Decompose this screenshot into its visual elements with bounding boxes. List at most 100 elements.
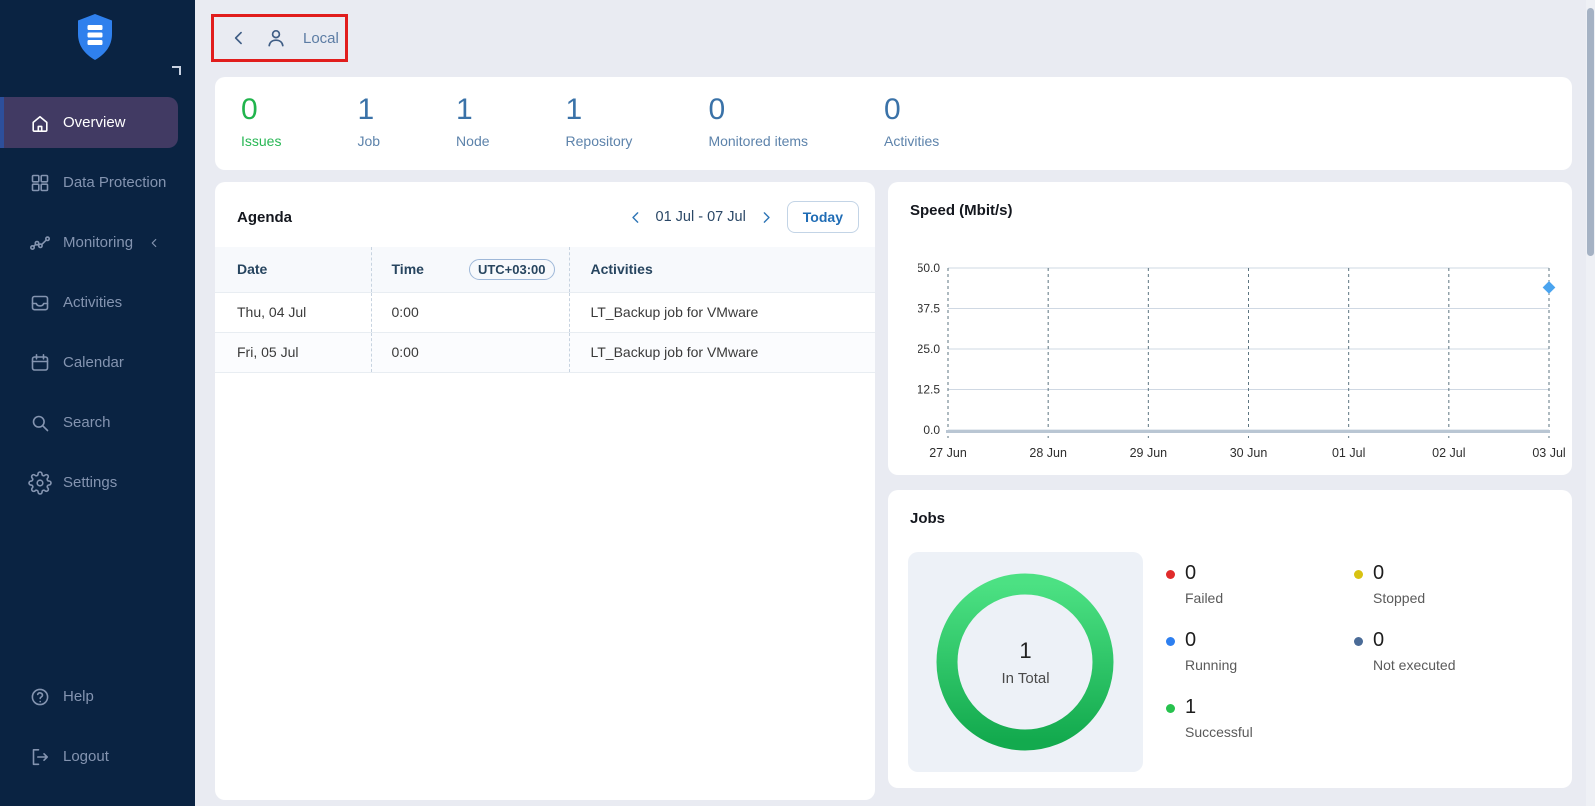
stat-node: 1Node (456, 94, 489, 149)
svg-text:25.0: 25.0 (918, 342, 940, 356)
scrollbar-thumb[interactable] (1587, 8, 1594, 256)
jobs-title: Jobs (910, 510, 1572, 527)
legend-item-running: 0Running (1166, 629, 1354, 673)
agenda-table: Date Time UTC+03:00 Activities Thu, 04 J… (215, 247, 875, 373)
chevron-left-icon[interactable] (147, 236, 161, 250)
stat-value: 1 (357, 94, 380, 126)
legend-count: 0 (1373, 629, 1456, 652)
sidebar-item-label: Search (63, 414, 111, 431)
legend-count: 0 (1185, 562, 1223, 585)
stat-value: 1 (566, 94, 633, 126)
timezone-badge[interactable]: UTC+03:00 (469, 259, 555, 280)
today-button[interactable]: Today (787, 201, 859, 233)
column-header-time: Time UTC+03:00 (371, 247, 569, 292)
sidebar-item-activities[interactable]: Activities (0, 277, 195, 328)
stat-activities: 0 Activities (884, 94, 939, 149)
agenda-row[interactable]: Thu, 04 Jul 0:00 LT_Backup job for VMwar… (215, 292, 875, 332)
stat-value: 0 (884, 94, 939, 126)
svg-text:37.5: 37.5 (918, 302, 940, 316)
sidebar-item-data-protection[interactable]: Data Protection (0, 157, 195, 208)
sidebar-item-label: Overview (63, 114, 126, 131)
sidebar-item-logout[interactable]: Logout (0, 731, 195, 782)
inbox-icon (28, 291, 52, 315)
sidebar-item-label: Monitoring (63, 234, 133, 251)
not-executed-dot-icon (1354, 637, 1363, 646)
legend-count: 0 (1185, 629, 1237, 652)
legend-item-successful: 1 Successful (1166, 696, 1354, 740)
svg-text:03 Jul: 03 Jul (1532, 446, 1565, 460)
gear-icon (28, 471, 52, 495)
agenda-row[interactable]: Fri, 05 Jul 0:00 LT_Backup job for VMwar… (215, 332, 875, 372)
column-header-activities: Activities (569, 247, 875, 292)
speed-chart-title: Speed (Mbit/s) (910, 202, 1572, 219)
agenda-date-cell: Fri, 05 Jul (215, 332, 371, 372)
agenda-title: Agenda (237, 209, 292, 226)
user-icon[interactable] (264, 26, 288, 50)
jobs-donut-panel: 1 In Total (908, 552, 1143, 772)
sidebar-item-label: Settings (63, 474, 117, 491)
summary-stats-card: 0Issues1Job1Node1Repository0Monitored it… (215, 77, 1572, 170)
svg-text:30 Jun: 30 Jun (1230, 446, 1268, 460)
speed-chart: 50.037.525.012.50.027 Jun28 Jun29 Jun30 … (918, 244, 1578, 474)
sidebar-item-label: Data Protection (63, 174, 166, 191)
sidebar-item-settings[interactable]: Settings (0, 457, 195, 508)
jobs-total-label: In Total (908, 670, 1143, 687)
legend-label: Failed (1185, 590, 1223, 606)
stat-value: 1 (456, 94, 489, 126)
svg-text:02 Jul: 02 Jul (1432, 446, 1465, 460)
sidebar-item-label: Calendar (63, 354, 124, 371)
previous-week-button[interactable] (627, 209, 644, 226)
successful-dot-icon (1166, 704, 1175, 713)
svg-text:0.0: 0.0 (923, 423, 940, 437)
monitoring-chart-icon (28, 231, 52, 255)
legend-item-stopped: 0Stopped (1354, 562, 1542, 606)
stat-label: Repository (566, 133, 633, 149)
sidebar-item-overview[interactable]: Overview (0, 97, 178, 148)
annotation-highlight-box: Local (211, 14, 348, 62)
jobs-card: Jobs 1 In Total 0 Failed (888, 490, 1572, 788)
stat-value: 0 (241, 94, 281, 126)
stat-label: Activities (884, 133, 939, 149)
svg-text:50.0: 50.0 (918, 261, 940, 275)
sidebar-item-monitoring[interactable]: Monitoring (0, 217, 195, 268)
legend-label: Successful (1185, 724, 1253, 740)
sidebar-item-calendar[interactable]: Calendar (0, 337, 195, 388)
stopped-dot-icon (1354, 570, 1363, 579)
search-icon (28, 411, 52, 435)
speed-chart-card: Speed (Mbit/s) 50.037.525.012.50.027 Jun… (888, 182, 1572, 475)
svg-text:28 Jun: 28 Jun (1029, 446, 1067, 460)
agenda-card: Agenda 01 Jul - 07 Jul Today Date (215, 182, 875, 800)
agenda-time-cell: 0:00 (371, 332, 569, 372)
agenda-time-cell: 0:00 (371, 292, 569, 332)
home-icon (28, 111, 52, 135)
stat-label: Monitored items (708, 133, 808, 149)
legend-count: 1 (1185, 696, 1253, 719)
stat-monitored-items: 0Monitored items (708, 94, 808, 149)
time-header-label: Time (392, 261, 424, 277)
stat-repository: 1 Repository (566, 94, 633, 149)
calendar-icon (28, 351, 52, 375)
sidebar-collapse-icon[interactable] (172, 66, 181, 75)
jobs-total-value: 1 (908, 638, 1143, 664)
failed-dot-icon (1166, 570, 1175, 579)
help-icon (28, 685, 52, 709)
stat-issues: 0Issues (241, 94, 281, 149)
running-dot-icon (1166, 637, 1175, 646)
grid-icon (28, 171, 52, 195)
svg-text:29 Jun: 29 Jun (1130, 446, 1168, 460)
stats-row: 0Issues1Job1Node1Repository0Monitored it… (241, 94, 1572, 149)
sidebar-item-label: Help (63, 688, 94, 705)
sidebar-item-search[interactable]: Search (0, 397, 195, 448)
back-button[interactable] (229, 28, 249, 48)
column-header-date: Date (215, 247, 371, 292)
sidebar-item-label: Activities (63, 294, 122, 311)
agenda-activity-cell: LT_Backup job for VMware (569, 292, 875, 332)
legend-label: Stopped (1373, 590, 1425, 606)
tenant-name-label[interactable]: Local (303, 30, 339, 47)
sidebar-item-help[interactable]: Help (0, 671, 195, 722)
jobs-legend: 0Failed 0Stopped 0Running 0Not executed … (1166, 562, 1542, 740)
next-week-button[interactable] (758, 209, 775, 226)
agenda-date-cell: Thu, 04 Jul (215, 292, 371, 332)
svg-text:27 Jun: 27 Jun (929, 446, 967, 460)
sidebar-item-label: Logout (63, 748, 109, 765)
